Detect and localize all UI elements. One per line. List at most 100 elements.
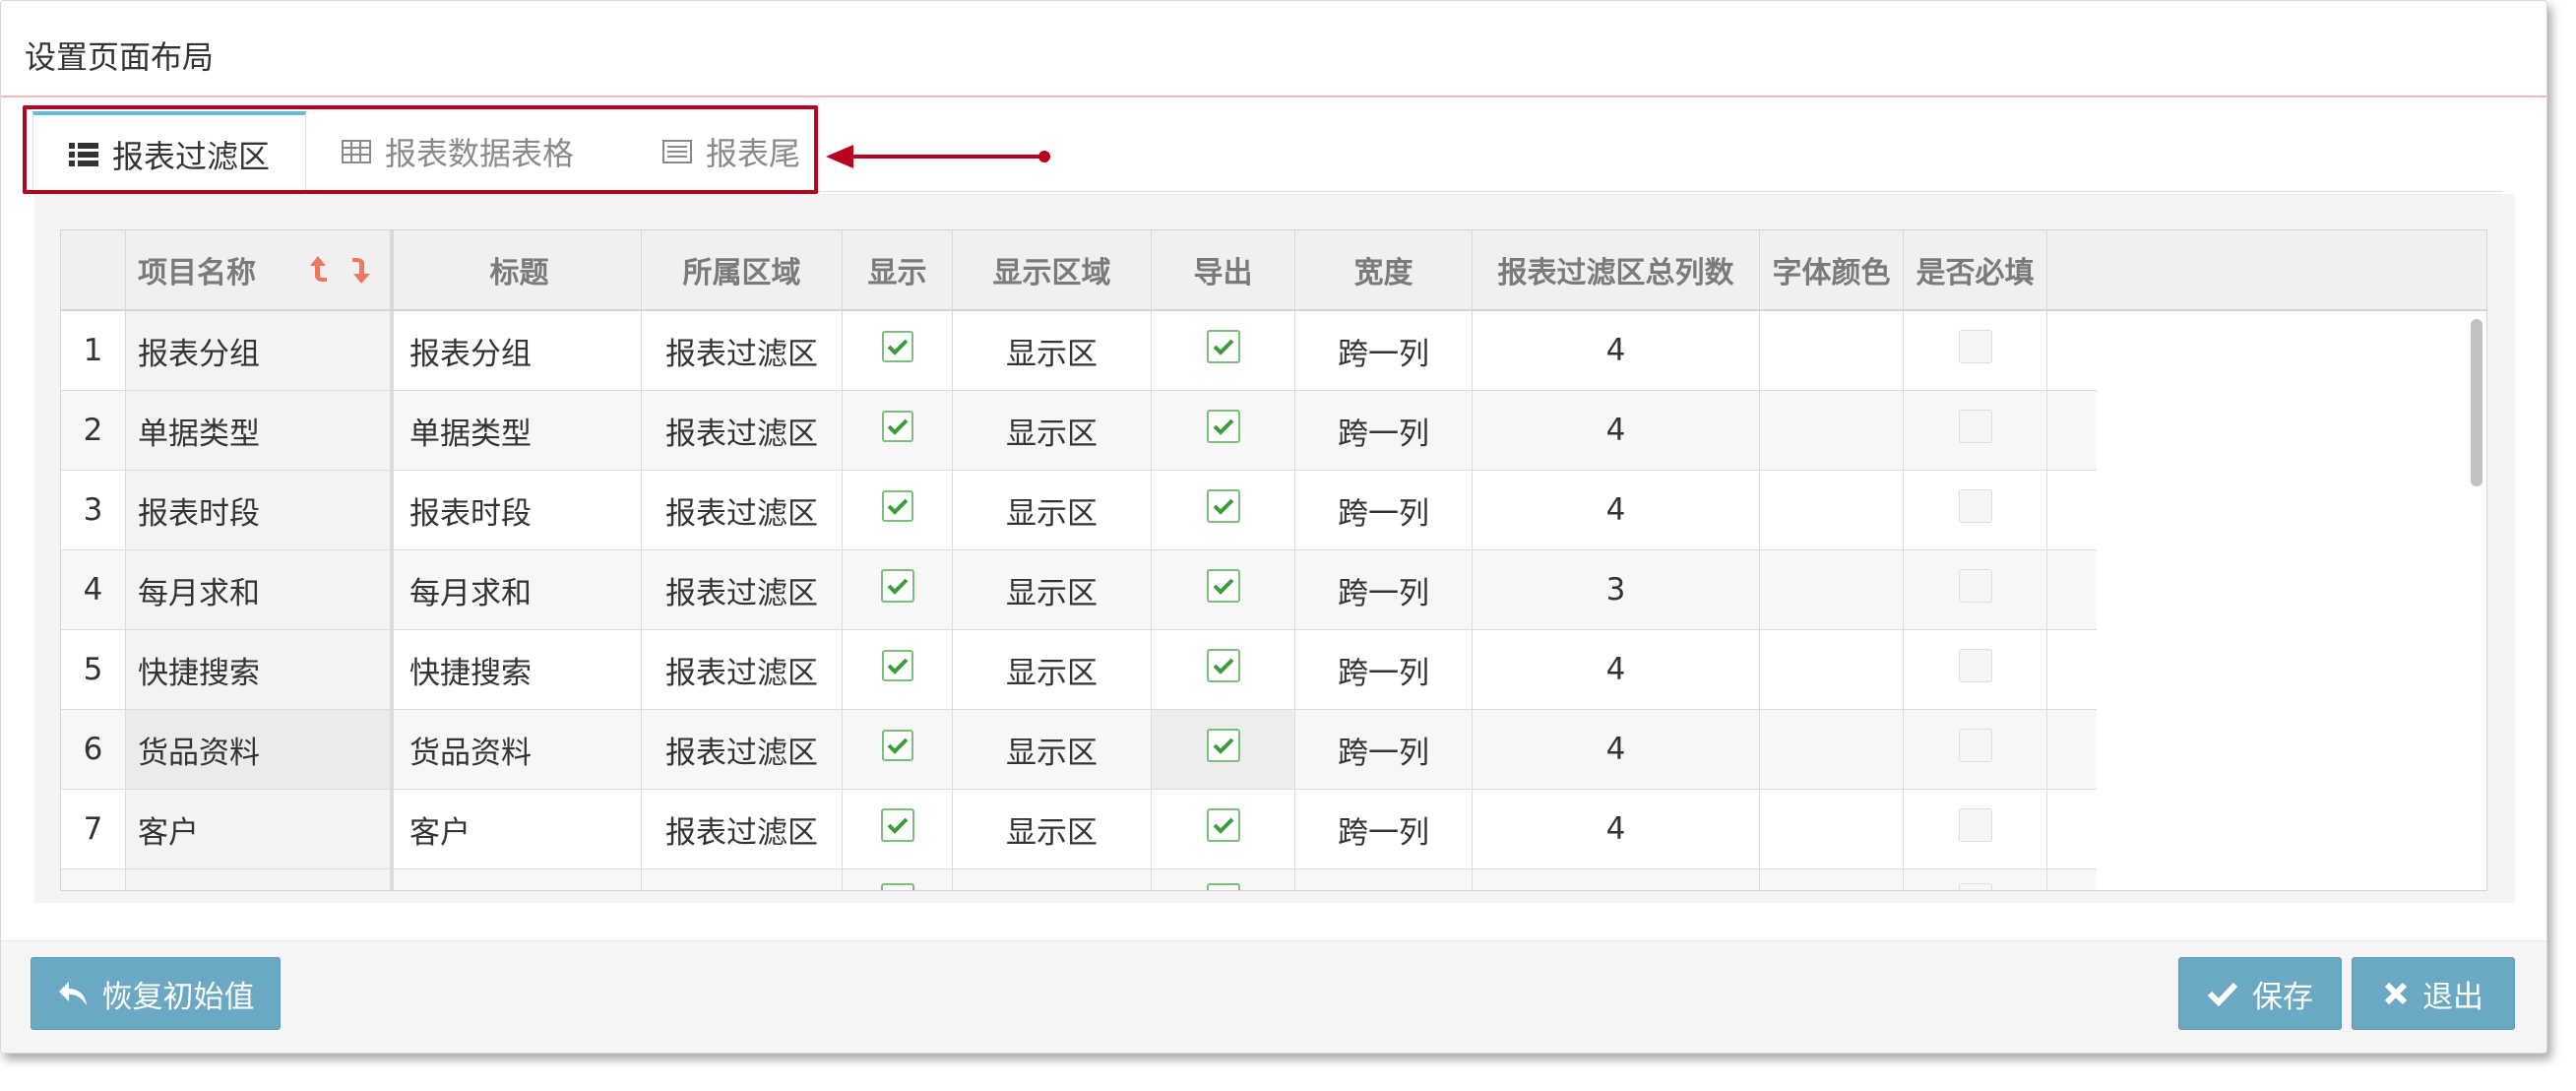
required-checkbox[interactable] xyxy=(1958,729,1992,762)
cell-area[interactable]: 报表过滤区 xyxy=(642,311,843,390)
export-checkbox[interactable] xyxy=(1206,649,1240,682)
cell-item-name[interactable]: 报表时段 xyxy=(126,471,394,549)
cell-title[interactable] xyxy=(398,869,642,890)
table-row[interactable]: 7 客户 客户 报表过滤区 显示区 跨一列 4 xyxy=(61,790,2097,869)
required-checkbox[interactable] xyxy=(1958,489,1992,523)
cell-item-name[interactable]: 单据类型 xyxy=(126,391,394,470)
cell-show-area[interactable]: 显示区 xyxy=(953,311,1152,390)
export-checkbox[interactable] xyxy=(1206,569,1240,603)
cell-show-area[interactable]: 显示区 xyxy=(953,630,1152,709)
cell-item-name[interactable]: 货品资料 xyxy=(126,710,394,789)
cell-font-color[interactable] xyxy=(1760,471,1904,549)
cell-width[interactable]: 跨一列 xyxy=(1295,311,1473,390)
required-checkbox[interactable] xyxy=(1958,569,1992,603)
cell-show-area[interactable]: 显示区 xyxy=(953,790,1152,868)
cell-total-cols[interactable]: 4 xyxy=(1473,710,1760,789)
table-row[interactable]: 4 每月求和 每月求和 报表过滤区 显示区 跨一列 3 xyxy=(61,550,2097,630)
show-checkbox[interactable] xyxy=(881,650,913,681)
required-checkbox[interactable] xyxy=(1958,410,1992,443)
cell-show-area[interactable]: 显示区 xyxy=(953,710,1152,789)
cell-area[interactable]: 报表过滤区 xyxy=(642,790,843,868)
cell-area[interactable]: 报表过滤区 xyxy=(642,471,843,549)
cell-show-area[interactable]: 显示区 xyxy=(953,550,1152,629)
cell-total-cols[interactable]: 4 xyxy=(1473,471,1760,549)
show-checkbox[interactable] xyxy=(881,490,913,522)
header-font-color[interactable]: 字体颜色 xyxy=(1760,230,1904,309)
table-row[interactable]: 3 报表时段 报表时段 报表过滤区 显示区 跨一列 4 xyxy=(61,471,2097,550)
table-row[interactable]: 1 报表分组 报表分组 报表过滤区 显示区 跨一列 4 xyxy=(61,311,2097,391)
cell-item-name[interactable]: 客户 xyxy=(126,790,394,868)
header-required[interactable]: 是否必填 xyxy=(1904,230,2047,309)
required-checkbox[interactable] xyxy=(1958,649,1992,682)
export-checkbox[interactable] xyxy=(1206,729,1240,762)
cell-title[interactable]: 每月求和 xyxy=(398,550,642,629)
show-checkbox[interactable] xyxy=(881,730,913,761)
restore-defaults-button[interactable]: 恢复初始值 xyxy=(31,957,281,1030)
grid-scrollbar-thumb[interactable] xyxy=(2471,319,2482,486)
cell-title[interactable]: 报表分组 xyxy=(398,311,642,390)
tab-report-footer[interactable]: 报表尾 xyxy=(627,111,824,192)
cell-font-color[interactable] xyxy=(1760,391,1904,470)
cell-area[interactable]: 报表过滤区 xyxy=(642,630,843,709)
header-total-cols[interactable]: 报表过滤区总列数 xyxy=(1473,230,1760,309)
header-title[interactable]: 标题 xyxy=(398,230,642,309)
sort-up-icon[interactable] xyxy=(307,254,329,286)
cell-title[interactable]: 货品资料 xyxy=(398,710,642,789)
cell-font-color[interactable] xyxy=(1760,630,1904,709)
cell-area[interactable] xyxy=(642,869,843,890)
export-checkbox[interactable] xyxy=(1206,410,1240,443)
cell-show-area[interactable] xyxy=(953,869,1152,890)
header-show-area[interactable]: 显示区域 xyxy=(953,230,1152,309)
show-checkbox[interactable] xyxy=(881,331,913,362)
header-show[interactable]: 显示 xyxy=(843,230,953,309)
cell-show-area[interactable]: 显示区 xyxy=(953,471,1152,549)
cell-width[interactable]: 跨一列 xyxy=(1295,391,1473,470)
header-area[interactable]: 所属区域 xyxy=(642,230,843,309)
cell-title[interactable]: 报表时段 xyxy=(398,471,642,549)
cell-title[interactable]: 客户 xyxy=(398,790,642,868)
cell-width[interactable] xyxy=(1295,869,1473,890)
cell-width[interactable]: 跨一列 xyxy=(1295,790,1473,868)
show-checkbox[interactable] xyxy=(880,808,914,842)
cell-show-area[interactable]: 显示区 xyxy=(953,391,1152,470)
cell-font-color[interactable] xyxy=(1760,710,1904,789)
header-width[interactable]: 宽度 xyxy=(1295,230,1473,309)
cell-total-cols[interactable] xyxy=(1473,869,1760,890)
show-checkbox[interactable] xyxy=(880,883,914,890)
table-row[interactable]: 6 货品资料 货品资料 报表过滤区 显示区 跨一列 4 xyxy=(61,710,2097,790)
cell-width[interactable]: 跨一列 xyxy=(1295,471,1473,549)
table-row[interactable]: 2 单据类型 单据类型 报表过滤区 显示区 跨一列 4 xyxy=(61,391,2097,471)
cell-width[interactable]: 跨一列 xyxy=(1295,630,1473,709)
cell-total-cols[interactable]: 4 xyxy=(1473,391,1760,470)
cell-font-color[interactable] xyxy=(1760,311,1904,390)
required-checkbox[interactable] xyxy=(1958,808,1992,842)
table-row[interactable]: 5 快捷搜索 快捷搜索 报表过滤区 显示区 跨一列 4 xyxy=(61,630,2097,710)
show-checkbox[interactable] xyxy=(880,569,914,603)
cell-title[interactable]: 快捷搜索 xyxy=(398,630,642,709)
cell-title[interactable]: 单据类型 xyxy=(398,391,642,470)
cell-total-cols[interactable]: 4 xyxy=(1473,311,1760,390)
cell-total-cols[interactable]: 4 xyxy=(1473,630,1760,709)
header-item-name[interactable]: 项目名称 xyxy=(126,230,394,309)
table-row-partial[interactable] xyxy=(61,869,2097,890)
cell-item-name[interactable]: 每月求和 xyxy=(126,550,394,629)
cell-total-cols[interactable]: 3 xyxy=(1473,550,1760,629)
export-checkbox[interactable] xyxy=(1206,883,1240,890)
sort-down-icon[interactable] xyxy=(350,254,372,286)
exit-button[interactable]: 退出 xyxy=(2352,957,2515,1030)
cell-font-color[interactable] xyxy=(1760,869,1904,890)
cell-area[interactable]: 报表过滤区 xyxy=(642,550,843,629)
cell-font-color[interactable] xyxy=(1760,790,1904,868)
required-checkbox[interactable] xyxy=(1958,883,1992,890)
cell-total-cols[interactable]: 4 xyxy=(1473,790,1760,868)
header-export[interactable]: 导出 xyxy=(1152,230,1295,309)
cell-item-name[interactable] xyxy=(126,869,394,890)
export-checkbox[interactable] xyxy=(1206,330,1240,363)
save-button[interactable]: 保存 xyxy=(2178,957,2342,1030)
cell-width[interactable]: 跨一列 xyxy=(1295,550,1473,629)
required-checkbox[interactable] xyxy=(1958,330,1992,363)
cell-area[interactable]: 报表过滤区 xyxy=(642,710,843,789)
cell-font-color[interactable] xyxy=(1760,550,1904,629)
cell-item-name[interactable]: 快捷搜索 xyxy=(126,630,394,709)
tab-report-data-table[interactable]: 报表数据表格 xyxy=(306,111,621,192)
